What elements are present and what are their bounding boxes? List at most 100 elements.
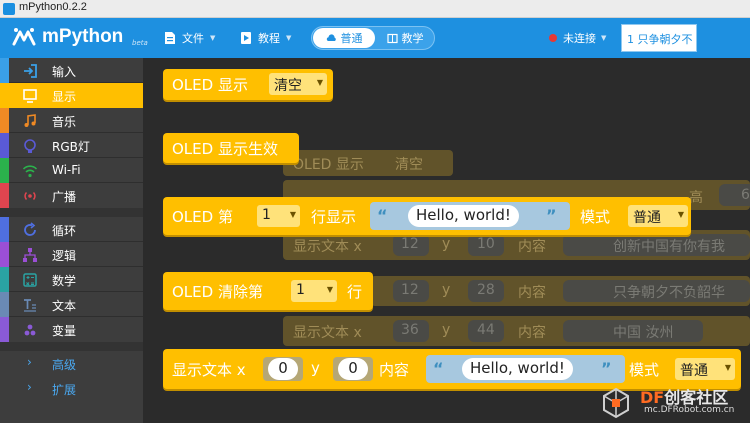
block-label: OLED 第 <box>172 208 233 226</box>
chevron-right-icon: › <box>27 380 32 394</box>
category-input[interactable]: 输入 <box>0 58 143 83</box>
ghost-block-option: 清空 <box>395 157 423 173</box>
line-number-dropdown[interactable]: 1 ▼ <box>291 280 337 302</box>
menu-file[interactable]: 文件 ▼ <box>164 28 215 48</box>
ghost-height-value: 6 <box>741 187 750 203</box>
category-wifi[interactable]: Wi-Fi <box>0 158 143 183</box>
category-logic[interactable]: 逻辑 <box>0 242 143 267</box>
sidebar-gap <box>0 208 143 217</box>
line-number-dropdown[interactable]: 1 ▼ <box>257 205 300 227</box>
mode-normal-button[interactable]: 普通 <box>313 28 375 48</box>
app-icon <box>3 3 15 15</box>
category-label: 逻辑 <box>52 249 77 263</box>
category-sidebar: 输入 显示 音乐 RGB灯 Wi-Fi 广播 循环 逻辑 数学 文本 变量 › … <box>0 58 143 423</box>
status-dot-icon <box>549 34 557 42</box>
oled-show-option-dropdown[interactable]: 清空 ▼ <box>269 73 327 95</box>
block-label: 行显示 <box>311 208 357 226</box>
category-broadcast[interactable]: 广播 <box>0 183 143 208</box>
broadcast-icon <box>24 191 36 201</box>
window-titlebar: mPython0.2.2 <box>0 0 750 18</box>
string-value-input[interactable]: Hello, world! <box>408 205 519 227</box>
app-header: mPython beta 文件 ▼ 教程 ▼ 普通 教学 未连接 ▼ 1 只争朝… <box>0 18 750 58</box>
string-block[interactable]: “ Hello, world! ” <box>370 202 570 230</box>
oled-clear-line-block[interactable]: OLED 清除第 1 ▼ 行 <box>163 272 373 310</box>
logic-icon <box>23 248 37 262</box>
wifi-icon <box>22 165 38 178</box>
ghost-row-y: 10 <box>477 236 495 252</box>
file-icon <box>165 32 175 44</box>
ghost-row-x: 12 <box>401 282 419 298</box>
logo-text: mPython <box>42 26 124 47</box>
ghost-block-label: OLED 显示 <box>293 157 364 173</box>
string-block[interactable]: “ Hello, world! ” <box>426 355 625 383</box>
block-label: OLED 显示生效 <box>172 140 278 158</box>
menu-tutorial-label: 教程 <box>258 32 280 45</box>
category-extensions[interactable]: › 扩展 <box>0 376 143 401</box>
connection-label: 未连接 <box>563 32 596 45</box>
sidebar-gap <box>0 342 143 351</box>
category-label: 显示 <box>52 90 77 104</box>
blocks-workspace[interactable]: OLED 显示 清空 高 6 显示文本 x 12 y 10 内容 创新中国有你有… <box>143 58 750 423</box>
category-label: RGB灯 <box>52 140 90 154</box>
category-math[interactable]: 数学 <box>0 267 143 292</box>
dfrobot-logo-icon <box>603 387 629 419</box>
category-color-stripe <box>0 317 9 342</box>
category-label: Wi-Fi <box>52 163 81 177</box>
chevron-down-icon: ▼ <box>326 285 333 294</box>
category-music[interactable]: 音乐 <box>0 108 143 133</box>
mode-teaching-button[interactable]: 教学 <box>376 28 434 48</box>
cloud-icon <box>326 33 336 41</box>
category-color-stripe <box>0 133 9 158</box>
menu-file-label: 文件 <box>182 32 204 45</box>
connection-status[interactable]: 未连接 ▼ <box>549 28 606 48</box>
x-input[interactable]: 0 <box>268 358 298 380</box>
string-value-input[interactable]: Hello, world! <box>462 358 573 380</box>
y-input[interactable]: 0 <box>338 358 368 380</box>
mode-dropdown[interactable]: 普通 ▼ <box>628 205 688 227</box>
category-loop[interactable]: 循环 <box>0 217 143 242</box>
category-variable[interactable]: 变量 <box>0 317 143 342</box>
oled-apply-block[interactable]: OLED 显示生效 <box>163 133 299 163</box>
oled-show-block[interactable]: OLED 显示 清空 ▼ <box>163 69 333 100</box>
device-select[interactable]: 1 只争朝夕不 <box>621 24 697 52</box>
category-color-stripe <box>0 158 9 183</box>
category-display[interactable]: 显示 <box>0 83 143 108</box>
chevron-down-icon: ▼ <box>316 78 323 87</box>
logo: mPython beta <box>10 24 148 52</box>
category-rgb[interactable]: RGB灯 <box>0 133 143 158</box>
chevron-down-icon: ▼ <box>724 363 731 372</box>
number-slot: 0 <box>333 357 373 381</box>
dropdown-value: 普通 <box>680 363 708 379</box>
variable-icon <box>24 324 36 336</box>
ghost-row-label: 显示文本 x <box>293 239 362 255</box>
category-label: 广播 <box>52 190 77 204</box>
category-color-stripe <box>0 58 9 83</box>
category-color-stripe <box>0 183 9 208</box>
ghost-row-text: 只争朝夕不负韶华 <box>613 285 725 301</box>
block-label: y <box>311 359 320 377</box>
block-label: OLED 显示 <box>172 76 248 94</box>
category-color-stripe <box>0 83 9 108</box>
ghost-row-y: 44 <box>477 322 495 338</box>
close-quote-icon: ” <box>546 206 557 225</box>
dropdown-value: 1 <box>296 282 305 298</box>
math-icon <box>23 273 37 287</box>
watermark-url: mc.DFRobot.com.cn <box>644 405 735 415</box>
category-color-stripe <box>0 267 9 292</box>
block-label: OLED 清除第 <box>172 283 263 301</box>
chevron-right-icon: › <box>27 355 32 369</box>
category-label: 文本 <box>52 299 77 313</box>
window-title: mPython0.2.2 <box>19 1 87 13</box>
ghost-row-y-label: y <box>442 236 451 252</box>
ghost-row-y: 28 <box>477 282 495 298</box>
ghost-height-label: 高 <box>689 190 703 206</box>
mode-dropdown[interactable]: 普通 ▼ <box>675 358 735 380</box>
chevron-down-icon: ▼ <box>286 34 292 42</box>
oled-line-display-block[interactable]: OLED 第 1 ▼ 行显示 “ Hello, world! ” 模式 普通 ▼ <box>163 197 691 235</box>
menu-tutorial[interactable]: 教程 ▼ <box>240 28 291 48</box>
book-icon <box>386 33 398 43</box>
block-label: 行 <box>347 283 363 301</box>
category-text[interactable]: 文本 <box>0 292 143 317</box>
ghost-row-text: 中国 汝州 <box>613 325 674 341</box>
category-advanced[interactable]: › 高级 <box>0 351 143 376</box>
